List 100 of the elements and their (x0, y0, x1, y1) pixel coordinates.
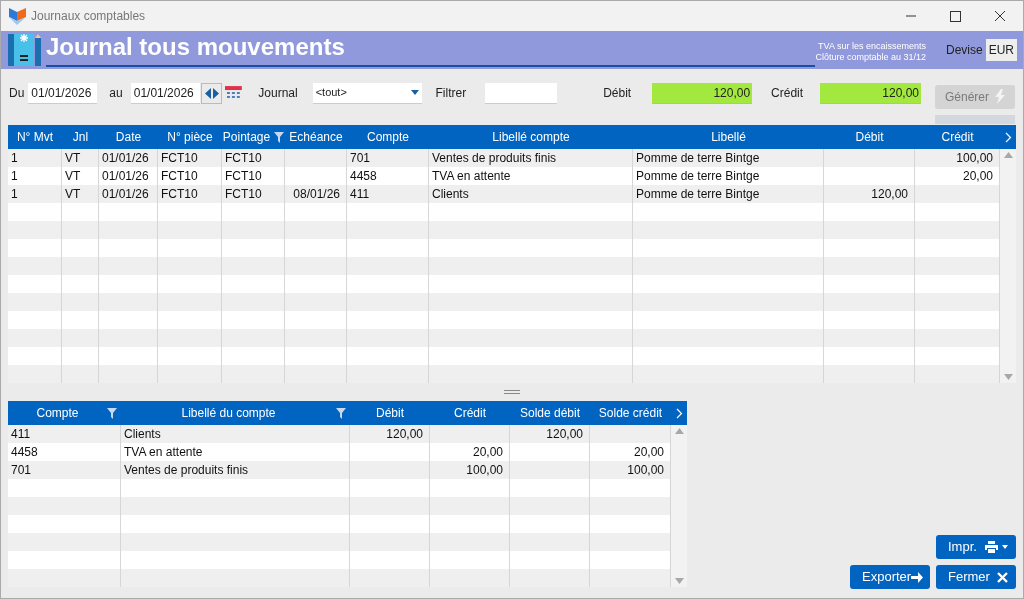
filter-icon[interactable] (107, 407, 117, 419)
chevron-right-icon[interactable] (675, 407, 683, 419)
arrow-left-icon[interactable] (204, 87, 211, 99)
maximize-icon[interactable] (950, 10, 961, 22)
column-header[interactable]: Débit (350, 401, 430, 425)
date-stepper[interactable] (200, 82, 223, 104)
lightning-icon (995, 89, 1005, 104)
table-cell-text: 4458 (350, 168, 377, 185)
scroll-up-icon[interactable] (1003, 152, 1013, 158)
filter-icon[interactable] (274, 131, 285, 143)
table-cell-text: 1 (11, 186, 18, 203)
table-cell-text: 4458 (11, 444, 38, 461)
table-cell-text: Ventes de produits finis (124, 462, 249, 479)
column-header[interactable]: Compte (347, 125, 429, 149)
table-cell-text: 20,00 (633, 444, 664, 461)
table-cell-text: VT (65, 186, 81, 203)
column-header[interactable]: Compte (8, 401, 121, 425)
table-row[interactable]: 1 VT 01/01/26 FCT10 FCT10 701 Ventes de produits finis Pomme de terre Bintge 100,00 (8, 149, 1000, 167)
column-header[interactable]: Pointage (222, 125, 285, 149)
table-cell-text: 701 (350, 150, 371, 167)
table-cell-text: 701 (11, 462, 32, 479)
window-title: Journaux comptables (31, 8, 146, 25)
table-cell-text: FCT10 (161, 168, 198, 185)
table-cell-text: Clients (124, 426, 161, 443)
table-cell-text: FCT10 (161, 150, 198, 167)
filter-label: Filtrer (435, 85, 467, 102)
arrow-right-icon (911, 571, 924, 583)
table-cell-text: 20,00 (962, 168, 993, 185)
calendar-icon[interactable] (225, 85, 243, 101)
column-header[interactable]: Solde débit (510, 401, 590, 425)
scrollbar[interactable] (671, 425, 687, 587)
table-cell-text: 01/01/26 (102, 168, 149, 185)
debit-total-field: 120,00 (652, 82, 753, 104)
table-cell-text: 01/01/26 (102, 186, 149, 203)
to-date-field[interactable]: 01/01/2026 (130, 82, 200, 104)
filter-field[interactable] (485, 82, 558, 104)
table-cell-text: Clients (432, 186, 469, 203)
scroll-down-icon[interactable] (674, 578, 684, 584)
table-row[interactable]: 4458 TVA en attente 20,00 20,00 (8, 443, 671, 461)
column-header[interactable]: Crédit (430, 401, 510, 425)
export-button[interactable]: Exporter (850, 565, 930, 589)
table-row[interactable]: 701 Ventes de produits finis 100,00 100,00 (8, 461, 671, 479)
notebook-icon (8, 34, 41, 66)
print-button[interactable]: Impr. (936, 535, 1016, 559)
table-row[interactable]: 1 VT 01/01/26 FCT10 FCT10 08/01/26 411 Clients Pomme de terre Bintge 120,00 (8, 185, 1000, 203)
close-button[interactable]: Fermer (936, 565, 1016, 589)
info-text: TVA sur les encaissements (818, 41, 926, 52)
column-header[interactable]: Solde crédit (590, 401, 671, 425)
table-cell-text: Pomme de terre Bintge (636, 150, 760, 167)
close-icon (997, 571, 1008, 583)
scrollbar[interactable] (1000, 149, 1016, 383)
table-cell-text: 100,00 (627, 462, 664, 479)
debit-label: Débit (603, 85, 632, 102)
table-cell-text: 1 (11, 168, 18, 185)
column-header[interactable]: Libellé du compte (121, 401, 350, 425)
table-cell-text: Ventes de produits finis (432, 150, 557, 167)
column-header[interactable]: N° Mvt (8, 125, 62, 149)
caret-icon[interactable] (410, 90, 419, 95)
arrow-right-icon[interactable] (212, 87, 219, 99)
scroll-down-icon[interactable] (1003, 374, 1013, 380)
journal-dropdown[interactable]: <tout> (312, 82, 422, 104)
chevron-right-icon[interactable] (1004, 131, 1012, 143)
credit-label: Crédit (771, 85, 804, 102)
table-row[interactable]: 1 VT 01/01/26 FCT10 FCT10 4458 TVA en attente Pomme de terre Bintge 20,00 (8, 167, 1000, 185)
column-header[interactable]: Libellé compte (429, 125, 633, 149)
scroll-up-icon[interactable] (674, 428, 684, 434)
column-header[interactable]: Crédit (915, 125, 1000, 149)
info-text: Clôture comptable au 31/12 (815, 52, 926, 63)
table-cell-text: 100,00 (956, 150, 993, 167)
table-cell-text: Pomme de terre Bintge (636, 168, 760, 185)
column-header[interactable]: Débit (824, 125, 915, 149)
close-icon[interactable] (994, 10, 1006, 22)
column-header[interactable]: Echéance (285, 125, 347, 149)
table-cell-text: FCT10 (225, 168, 262, 185)
table-cell-text: TVA en attente (432, 168, 511, 185)
from-date-field[interactable]: 01/01/2026 (28, 82, 98, 104)
table-cell-text: 01/01/26 (102, 150, 149, 167)
filter-icon[interactable] (336, 407, 346, 419)
table-cell-text: 08/01/26 (293, 186, 340, 203)
table-cell-text: Pomme de terre Bintge (636, 186, 760, 203)
column-header[interactable]: Date (99, 125, 158, 149)
currency-field[interactable]: EUR (985, 39, 1017, 61)
from-label: Du (9, 85, 25, 102)
to-label: au (109, 85, 123, 102)
table-row[interactable]: 411 Clients 120,00 120,00 (8, 425, 671, 443)
table-cell-text: 120,00 (871, 186, 908, 203)
caret-icon[interactable] (1002, 545, 1008, 549)
column-header[interactable]: Jnl (62, 125, 99, 149)
table-cell-text: VT (65, 168, 81, 185)
column-header[interactable]: Libellé (633, 125, 824, 149)
table-cell-text: TVA en attente (124, 444, 203, 461)
table-cell-text: 120,00 (546, 426, 583, 443)
table-cell-text: FCT10 (161, 186, 198, 203)
splitter-handle-icon[interactable] (504, 390, 520, 394)
table-cell-text: FCT10 (225, 186, 262, 203)
table-cell-text: 411 (350, 186, 370, 203)
column-header[interactable]: N° pièce (158, 125, 222, 149)
currency-label: Devise (945, 42, 983, 59)
table-cell-text: 1 (11, 150, 18, 167)
table-cell-text: VT (65, 150, 81, 167)
